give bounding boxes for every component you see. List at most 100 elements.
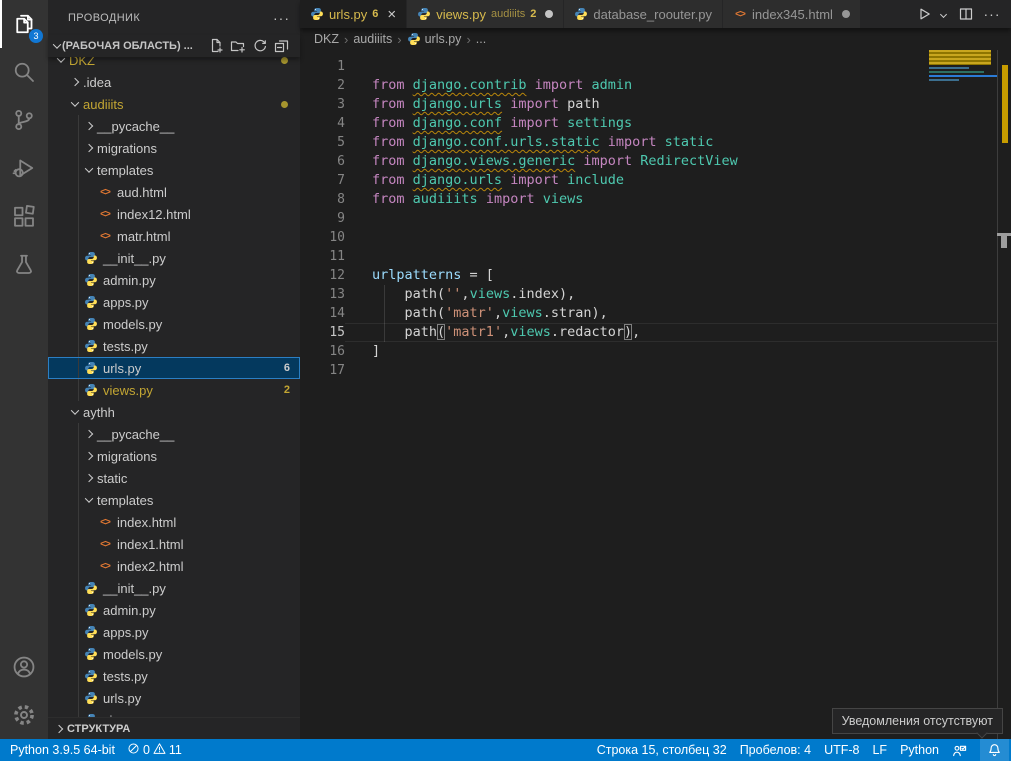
new-folder-icon[interactable] [228,36,248,56]
run-debug-icon[interactable] [0,144,48,192]
status-bar: Python 3.9.5 64-bit 0 11 Строка 15, стол… [0,739,1011,761]
tree-item-.idea[interactable]: .idea [48,71,300,93]
breadcrumb-item[interactable]: DKZ [314,32,339,46]
breadcrumb-item[interactable]: ... [476,32,486,46]
tree-item-__pycache__[interactable]: __pycache__ [48,115,300,137]
tree-item-index.html[interactable]: <>index.html [48,511,300,533]
tree-item-urls.py[interactable]: urls.py [48,687,300,709]
code-line-13[interactable]: 13 path('',views.index), [300,285,997,304]
tree-item-tests.py[interactable]: tests.py [48,335,300,357]
tree-item-apps.py[interactable]: apps.py [48,291,300,313]
tree-item-models.py[interactable]: models.py [48,313,300,335]
html-file-icon: <> [98,187,112,198]
minimap[interactable] [929,50,997,180]
code-line-17[interactable]: 17 [300,361,997,380]
language-mode[interactable]: Python [900,743,939,757]
tab-urls.py[interactable]: urls.py6× [300,0,407,28]
tree-item-tests.py[interactable]: tests.py [48,665,300,687]
breadcrumb-separator: › [464,32,472,47]
explorer-icon[interactable]: 3 [0,0,48,48]
code-line-1[interactable]: 1 [300,57,997,76]
tree-item-__init__.py[interactable]: __init__.py [48,577,300,599]
code-line-4[interactable]: 4from django.conf import settings [300,114,997,133]
tree-item-migrations[interactable]: migrations [48,137,300,159]
code-line-12[interactable]: 12urlpatterns = [ [300,266,997,285]
tree-item-index12.html[interactable]: <>index12.html [48,203,300,225]
tree-item-admin.py[interactable]: admin.py [48,599,300,621]
tree-item-templates[interactable]: templates [48,489,300,511]
tree-item-urls.py[interactable]: urls.py6 [48,357,300,379]
python-file-icon [84,669,98,683]
tree-item-__init__.py[interactable]: __init__.py [48,247,300,269]
refresh-icon[interactable] [250,36,270,56]
code-line-5[interactable]: 5from django.conf.urls.static import sta… [300,133,997,152]
tree-item-label: audiiits [83,97,123,112]
tab-database_roouter.py[interactable]: database_roouter.py [564,0,723,28]
tree-item-DKZ[interactable]: DKZ [48,57,300,71]
close-icon[interactable]: × [387,7,396,22]
tree-item-index1.html[interactable]: <>index1.html [48,533,300,555]
tree-item-templates[interactable]: templates [48,159,300,181]
tab-views.py[interactable]: views.pyaudiiits2 [407,0,564,28]
tree-item-static[interactable]: static [48,467,300,489]
modified-dot-icon[interactable] [545,10,553,18]
more-actions-button[interactable]: ··· [981,3,1003,25]
code-line-9[interactable]: 9 [300,209,997,228]
code-line-11[interactable]: 11 [300,247,997,266]
code-editor[interactable]: 12from django.contrib import admin3from … [300,50,1011,739]
code-line-2[interactable]: 2from django.contrib import admin [300,76,997,95]
search-icon[interactable] [0,48,48,96]
outline-section-header[interactable]: СТРУКТУРА [48,717,300,739]
collapse-all-icon[interactable] [272,36,292,56]
new-file-icon[interactable] [206,36,226,56]
settings-gear-icon[interactable] [0,691,48,739]
eol-sequence[interactable]: LF [872,743,887,757]
feedback-icon[interactable] [952,743,967,758]
code-line-3[interactable]: 3from django.urls import path [300,95,997,114]
code-line-16[interactable]: 16] [300,342,997,361]
code-line-6[interactable]: 6from django.views.generic import Redire… [300,152,997,171]
scrollbar-track[interactable] [997,50,1011,739]
account-icon[interactable] [0,643,48,691]
notifications-bell-icon[interactable] [980,739,1009,761]
python-file-icon [84,691,98,705]
tree-item-audiiits[interactable]: audiiits [48,93,300,115]
code-line-15[interactable]: 15 path('matr1',views.redactor), [300,323,997,342]
split-editor-button[interactable] [955,3,977,25]
tree-item-index2.html[interactable]: <>index2.html [48,555,300,577]
tree-item-__pycache__[interactable]: __pycache__ [48,423,300,445]
activity-bar: 3 [0,0,48,739]
more-actions-icon[interactable]: ··· [273,10,290,26]
extensions-icon[interactable] [0,192,48,240]
testing-icon[interactable] [0,240,48,288]
code-line-8[interactable]: 8from audiiits import views [300,190,997,209]
python-interpreter[interactable]: Python 3.9.5 64-bit [10,743,115,757]
workspace-section-header[interactable]: (РАБОЧАЯ ОБЛАСТЬ) ... [48,35,300,57]
code-line-10[interactable]: 10 [300,228,997,247]
code-line-7[interactable]: 7from django.urls import include [300,171,997,190]
breadcrumb-item[interactable]: audiiits [353,32,392,46]
cursor-position[interactable]: Строка 15, столбец 32 [597,743,727,757]
run-button[interactable] [913,3,935,25]
minimap-warning-block [929,50,991,65]
problems-status[interactable]: 0 11 [127,742,182,758]
encoding[interactable]: UTF-8 [824,743,859,757]
source-control-icon[interactable] [0,96,48,144]
tree-item-views.py[interactable]: views.py2 [48,379,300,401]
breadcrumb-item[interactable]: urls.py [407,32,462,46]
tree-item-aud.html[interactable]: <>aud.html [48,181,300,203]
modified-dot-icon[interactable] [842,10,850,18]
scrollbar-thumb[interactable] [1001,236,1007,248]
code-line-14[interactable]: 14 path('matr',views.stran), [300,304,997,323]
tree-item-aythh[interactable]: aythh [48,401,300,423]
tree-item-models.py[interactable]: models.py [48,643,300,665]
tree-item-matr.html[interactable]: <>matr.html [48,225,300,247]
tree-item-views.py[interactable]: views.py [48,709,300,717]
tab-index345.html[interactable]: <>index345.html [723,0,861,28]
tree-item-apps.py[interactable]: apps.py [48,621,300,643]
run-dropdown-icon[interactable] [939,3,951,25]
tree-item-admin.py[interactable]: admin.py [48,269,300,291]
indentation[interactable]: Пробелов: 4 [740,743,811,757]
tree-item-migrations[interactable]: migrations [48,445,300,467]
editor-group: urls.py6×views.pyaudiiits2database_roout… [300,0,1011,739]
